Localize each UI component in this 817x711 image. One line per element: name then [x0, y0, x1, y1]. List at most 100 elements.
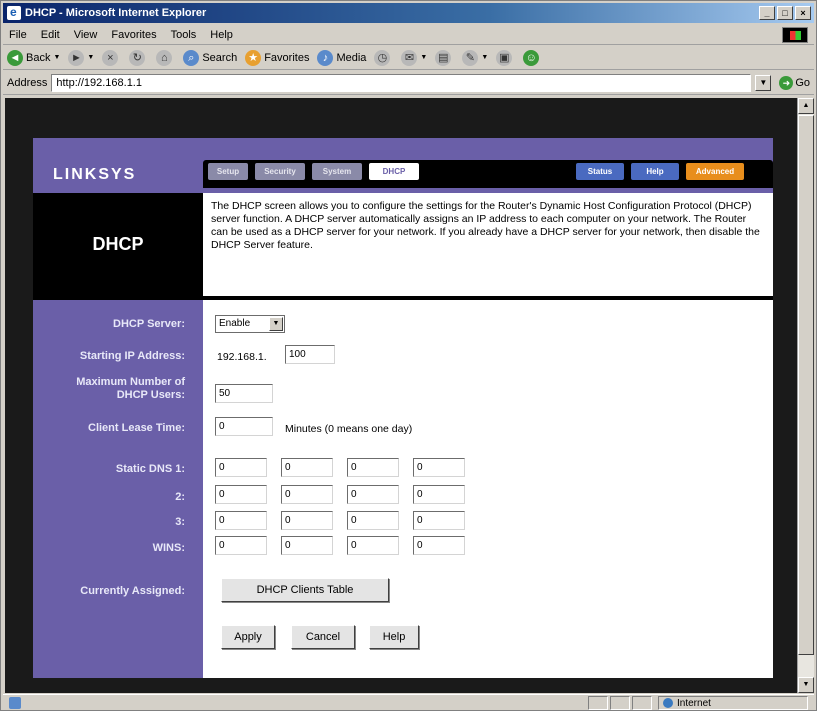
wins-octet1[interactable]: 0 [215, 536, 267, 555]
media-icon: ♪ [317, 49, 334, 66]
dhcp-clients-table-button[interactable]: DHCP Clients Table [221, 578, 389, 602]
media-button[interactable]: ♪ Media [317, 49, 366, 66]
tab-dhcp[interactable]: DHCP [369, 163, 419, 180]
tab-status[interactable]: Status [576, 163, 624, 180]
apply-button[interactable]: Apply [221, 625, 275, 649]
close-button[interactable]: × [795, 6, 811, 20]
linksys-logo: LINKSYS [53, 166, 137, 183]
windows-logo-icon [782, 26, 808, 43]
help-button[interactable]: Help [369, 625, 419, 649]
history-icon: ◷ [374, 49, 391, 66]
globe-icon [663, 698, 673, 708]
search-button[interactable]: ⌕ Search [183, 49, 237, 66]
go-button[interactable]: ➜ Go [779, 75, 810, 90]
go-arrow-icon: ➜ [779, 75, 794, 90]
dhcp-server-select[interactable]: Enable ▼ [215, 315, 285, 333]
menu-tools[interactable]: Tools [171, 29, 197, 41]
back-arrow-icon: ◄ [7, 49, 23, 66]
router-page: LINKSYS Setup Security System DHCP Statu… [33, 138, 773, 678]
address-bar: Address http://192.168.1.1 ▼ ➜ Go [3, 71, 814, 95]
stop-icon: × [102, 49, 119, 66]
page-viewport: LINKSYS Setup Security System DHCP Statu… [5, 98, 797, 693]
scroll-thumb[interactable] [798, 115, 814, 655]
messenger-button[interactable]: ☺ [523, 49, 542, 66]
menu-file[interactable]: File [9, 29, 27, 41]
home-icon: ⌂ [156, 49, 173, 66]
dns3-octet1[interactable]: 0 [215, 511, 267, 530]
edit-button[interactable]: ✎ ▼ [462, 49, 488, 66]
search-icon: ⌕ [183, 49, 200, 66]
home-button[interactable]: ⌂ [156, 49, 175, 66]
static-dns-2-label: 2: [175, 491, 185, 503]
dns3-octet3[interactable]: 0 [347, 511, 399, 530]
minimize-button[interactable]: _ [759, 6, 775, 20]
dns2-octet2[interactable]: 0 [281, 485, 333, 504]
scroll-up-icon[interactable]: ▲ [798, 98, 814, 114]
security-zone: Internet [658, 696, 808, 710]
wins-octet4[interactable]: 0 [413, 536, 465, 555]
max-users-input[interactable]: 50 [215, 384, 273, 403]
vertical-scrollbar[interactable]: ▲ ▼ [797, 98, 814, 693]
currently-assigned-label: Currently Assigned: [80, 585, 185, 597]
address-input[interactable]: http://192.168.1.1 [51, 73, 752, 92]
forward-button[interactable]: ► ▼ [68, 49, 94, 66]
dhcp-server-label: DHCP Server: [113, 318, 185, 330]
discuss-icon: ▣ [496, 49, 513, 66]
maximize-button[interactable]: □ [777, 6, 793, 20]
dns2-octet3[interactable]: 0 [347, 485, 399, 504]
max-users-label-line2: DHCP Users: [116, 389, 185, 401]
tab-advanced[interactable]: Advanced [686, 163, 744, 180]
dns1-octet3[interactable]: 0 [347, 458, 399, 477]
router-header: LINKSYS Setup Security System DHCP Statu… [33, 138, 773, 193]
ie-icon [7, 5, 21, 20]
window-controls: _ □ × [759, 6, 811, 20]
tab-setup[interactable]: Setup [208, 163, 248, 180]
tab-help[interactable]: Help [631, 163, 679, 180]
mail-button[interactable]: ✉ ▼ [401, 49, 427, 66]
mail-icon: ✉ [401, 49, 418, 66]
window-title: DHCP - Microsoft Internet Explorer [25, 7, 207, 19]
title-bar: DHCP - Microsoft Internet Explorer _ □ × [3, 3, 814, 23]
refresh-button[interactable]: ↻ [129, 49, 148, 66]
dns2-octet1[interactable]: 0 [215, 485, 267, 504]
starting-ip-label: Starting IP Address: [79, 350, 185, 362]
menu-favorites[interactable]: Favorites [111, 29, 156, 41]
wins-octet3[interactable]: 0 [347, 536, 399, 555]
menu-help[interactable]: Help [210, 29, 233, 41]
refresh-icon: ↻ [129, 49, 146, 66]
print-button[interactable]: ▤ [435, 49, 454, 66]
status-cell [610, 696, 630, 710]
discuss-button[interactable]: ▣ [496, 49, 515, 66]
lease-time-input[interactable]: 0 [215, 417, 273, 436]
address-dropdown-icon[interactable]: ▼ [755, 74, 772, 91]
dns1-octet1[interactable]: 0 [215, 458, 267, 477]
dns3-octet4[interactable]: 0 [413, 511, 465, 530]
starting-ip-input[interactable]: 100 [285, 345, 335, 364]
back-button[interactable]: ◄ Back ▼ [7, 49, 60, 66]
menu-bar: File Edit View Favorites Tools Help [3, 25, 814, 45]
dns1-octet4[interactable]: 0 [413, 458, 465, 477]
menu-edit[interactable]: Edit [41, 29, 60, 41]
tab-system[interactable]: System [312, 163, 362, 180]
tab-security[interactable]: Security [255, 163, 305, 180]
status-bar: Internet [3, 694, 814, 710]
page-title: DHCP [33, 193, 203, 296]
favorites-button[interactable]: ★ Favorites [245, 49, 309, 66]
browser-window: DHCP - Microsoft Internet Explorer _ □ ×… [0, 0, 817, 711]
dns2-octet4[interactable]: 0 [413, 485, 465, 504]
lease-time-label: Client Lease Time: [88, 422, 185, 434]
zone-label: Internet [677, 697, 711, 709]
history-button[interactable]: ◷ [374, 49, 393, 66]
cancel-button[interactable]: Cancel [291, 625, 355, 649]
messenger-icon: ☺ [523, 49, 540, 66]
edit-icon: ✎ [462, 49, 479, 66]
dns3-octet2[interactable]: 0 [281, 511, 333, 530]
status-cell [588, 696, 608, 710]
stop-button[interactable]: × [102, 49, 121, 66]
dns1-octet2[interactable]: 0 [281, 458, 333, 477]
menu-view[interactable]: View [74, 29, 98, 41]
wins-octet2[interactable]: 0 [281, 536, 333, 555]
lease-time-hint: Minutes (0 means one day) [285, 423, 413, 435]
scroll-down-icon[interactable]: ▼ [798, 677, 814, 693]
page-status-icon [9, 696, 21, 709]
